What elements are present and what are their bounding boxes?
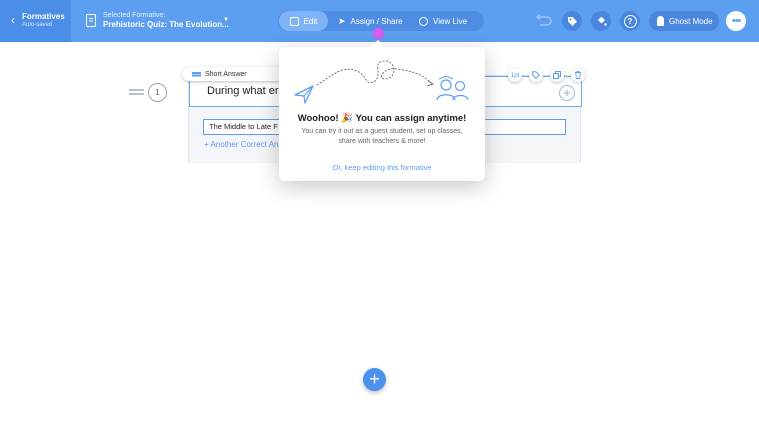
tab-view-live[interactable]: View Live <box>419 11 479 31</box>
autosave-status: Auto-saved <box>22 22 53 28</box>
question-type-selector[interactable]: Short Answer <box>182 67 288 81</box>
back-to-formatives-button[interactable]: ‹ Formatives Auto-saved <box>0 0 71 42</box>
tag-icon <box>567 16 577 26</box>
keep-editing-link[interactable]: Or, keep editing this formative <box>279 163 485 172</box>
more-button[interactable]: ••• <box>726 11 746 31</box>
paper-plane-icon: ➤ <box>338 15 346 26</box>
undo-icon[interactable] <box>534 14 552 26</box>
caret-down-icon[interactable]: ▼ <box>223 17 229 23</box>
document-icon <box>86 14 96 27</box>
add-another-answer-link[interactable]: + Another Correct Ans <box>204 140 283 149</box>
paper-plane-illustration <box>294 60 469 104</box>
delete-button[interactable] <box>571 68 585 82</box>
add-below-button[interactable]: + <box>559 85 575 101</box>
short-answer-icon <box>192 72 201 74</box>
selected-formative-name[interactable]: Prehistoric Quiz: The Evolution... <box>103 20 229 29</box>
drag-handle-icon[interactable] <box>129 89 144 91</box>
plus-icon: + <box>563 86 571 100</box>
theme-button[interactable] <box>591 11 611 31</box>
question-text[interactable]: During what era <box>207 85 285 97</box>
tab-assign-label: Assign / Share <box>350 16 403 26</box>
ghost-mode-button[interactable]: Ghost Mode <box>649 11 719 31</box>
add-question-button[interactable]: + <box>363 368 386 391</box>
tab-view-label: View Live <box>433 16 468 26</box>
chevron-left-icon: ‹ <box>11 13 15 27</box>
selected-formative-label: Selected Formative: <box>103 12 166 19</box>
points-button[interactable]: 1pt <box>508 68 522 82</box>
question-type-label: Short Answer <box>205 70 247 78</box>
popover-title: Woohoo! 🎉 You can assign anytime! <box>297 113 467 124</box>
question-number: 1 <box>148 83 167 102</box>
tag-question-button[interactable] <box>529 68 543 82</box>
ghost-mode-label: Ghost Mode <box>669 16 713 26</box>
points-label: 1pt <box>510 71 520 79</box>
tab-edit[interactable]: Edit <box>279 11 328 31</box>
help-button[interactable]: ? <box>620 11 640 31</box>
duplicate-button[interactable] <box>550 68 564 82</box>
paint-bucket-icon <box>597 16 607 26</box>
more-icon: ••• <box>731 15 742 27</box>
formatives-label: Formatives <box>22 12 65 21</box>
top-bar: ‹ Formatives Auto-saved Selected Formati… <box>0 0 759 42</box>
tag-icon <box>532 71 540 79</box>
copy-icon <box>553 71 561 79</box>
assign-popover: Woohoo! 🎉 You can assign anytime! You ca… <box>279 47 485 181</box>
plus-icon: + <box>369 369 380 389</box>
trash-icon <box>575 71 581 79</box>
popover-text: You can try it out as a guest student, s… <box>301 128 463 145</box>
help-icon: ? <box>623 14 637 28</box>
tab-edit-label: Edit <box>303 16 318 26</box>
chat-icon <box>419 16 428 26</box>
cursor-highlight <box>372 27 385 40</box>
ghost-icon <box>657 16 664 26</box>
document-icon <box>289 16 299 26</box>
tag-button[interactable] <box>562 11 582 31</box>
